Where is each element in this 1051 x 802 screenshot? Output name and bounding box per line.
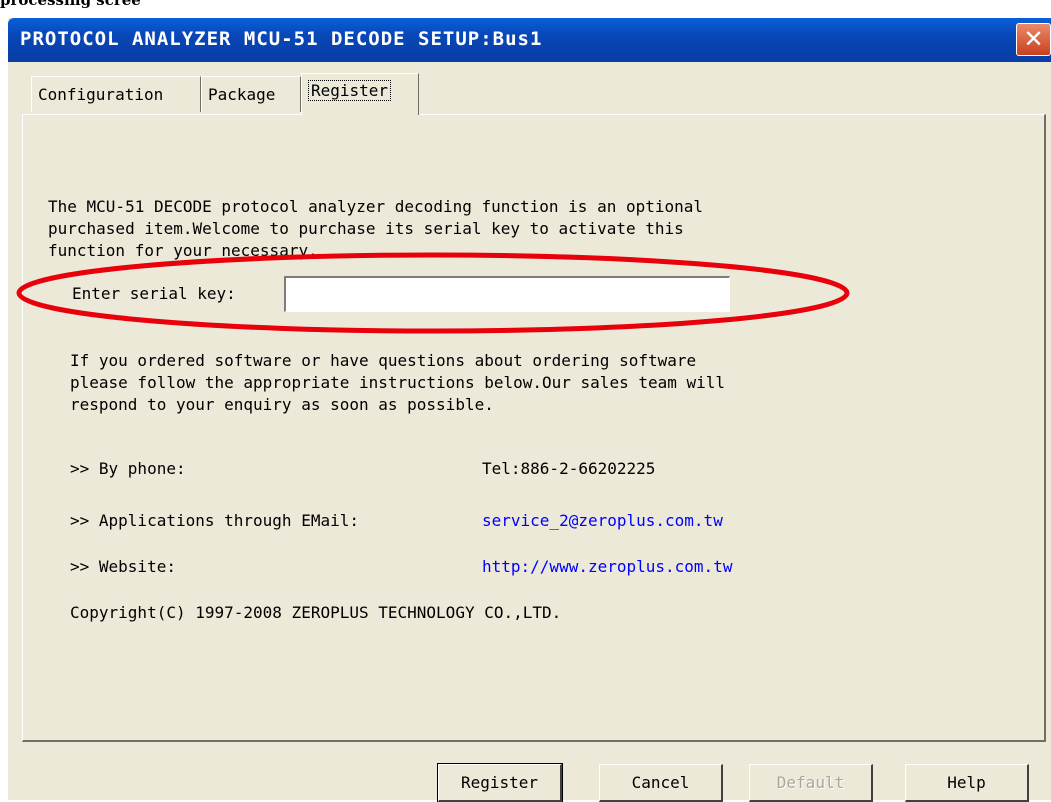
contact-website-link[interactable]: http://www.zeroplus.com.tw [482, 556, 732, 578]
contact-phone-label: >> By phone: [70, 459, 186, 478]
serial-key-label: Enter serial key: [72, 284, 236, 303]
contact-email-label: >> Applications through EMail: [70, 511, 359, 530]
default-button[interactable]: Default [749, 764, 873, 802]
intro-line-2: purchased item.Welcome to purchase its s… [48, 219, 684, 238]
cancel-button[interactable]: Cancel [599, 764, 723, 802]
tab-package[interactable]: Package [201, 76, 301, 112]
tab-register[interactable]: Register [301, 73, 419, 115]
close-icon[interactable]: ✕ [1016, 23, 1051, 56]
copyright-text: Copyright(C) 1997-2008 ZEROPLUS TECHNOLO… [70, 603, 562, 622]
register-button[interactable]: Register [437, 763, 563, 802]
contact-website-label: >> Website: [70, 557, 176, 576]
serial-key-input[interactable] [284, 276, 730, 312]
info-line-1: If you ordered software or have question… [70, 351, 697, 370]
info-line-2: please follow the appropriate instructio… [70, 373, 726, 392]
help-button[interactable]: Help [905, 764, 1029, 802]
setup-dialog: PROTOCOL ANALYZER MCU-51 DECODE SETUP:Bu… [8, 18, 1051, 802]
info-line-3: respond to your enquiry as soon as possi… [70, 395, 494, 414]
tab-register-label: Register [308, 80, 392, 101]
window-title: PROTOCOL ANALYZER MCU-51 DECODE SETUP:Bu… [20, 28, 543, 50]
intro-line-1: The MCU-51 DECODE protocol analyzer deco… [48, 197, 704, 216]
tab-configuration[interactable]: Configuration [31, 76, 201, 112]
intro-line-3: function for your necessary. [48, 241, 318, 260]
contact-phone-value: Tel:886-2-66202225 [482, 459, 656, 478]
title-bar[interactable]: PROTOCOL ANALYZER MCU-51 DECODE SETUP:Bu… [8, 18, 1051, 62]
background-caption: processing scree [0, 0, 141, 9]
contact-email-link[interactable]: service_2@zeroplus.com.tw [482, 510, 723, 532]
